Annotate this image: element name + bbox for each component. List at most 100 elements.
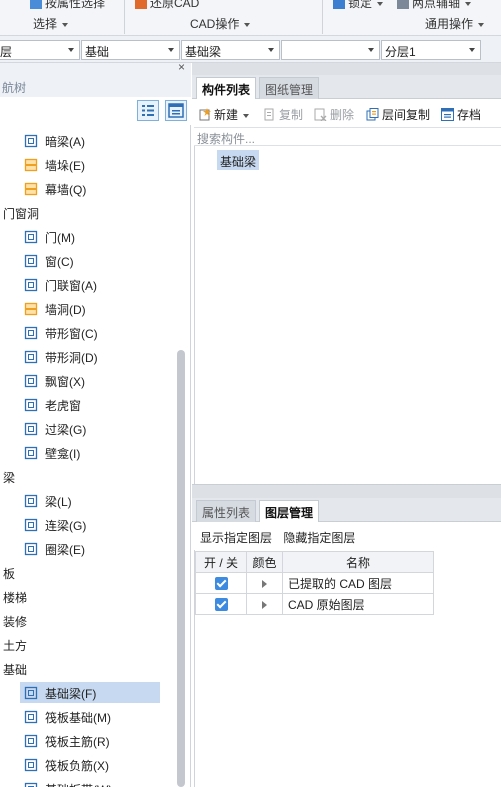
layer-color-cell[interactable] bbox=[246, 593, 283, 615]
layer-color-cell[interactable] bbox=[246, 572, 283, 594]
tree-item[interactable]: 壁龛(I) bbox=[20, 442, 160, 463]
list-item[interactable]: 基础梁 bbox=[217, 150, 260, 170]
nav-tree: 暗梁(A) 墙垛(E) 幕墙(Q) 门窗洞门(M) 窗(C) 门联窗(A) 墙洞(D) 带形窗… bbox=[0, 125, 191, 787]
component-name-select[interactable] bbox=[281, 40, 380, 60]
expand-arrow-icon bbox=[262, 600, 267, 609]
door-window-icon bbox=[24, 278, 38, 292]
two-point-axis-button[interactable]: 两点辅轴 bbox=[397, 0, 472, 11]
floor-select[interactable]: 层 bbox=[0, 40, 80, 60]
component-search-input[interactable]: 搜索构件... bbox=[194, 127, 501, 146]
layer-visibility-checkbox[interactable] bbox=[195, 593, 247, 615]
axis-icon bbox=[397, 0, 409, 9]
chevron-down-icon bbox=[268, 48, 274, 52]
layer-select[interactable]: 分层1 bbox=[381, 40, 481, 60]
component-list: 基础梁 bbox=[194, 146, 501, 484]
show-specified-layer-button[interactable]: 显示指定图层 bbox=[200, 531, 272, 545]
tree-item[interactable]: 筏板基础(M) bbox=[20, 706, 160, 727]
chevron-down-icon bbox=[465, 1, 472, 6]
table-row: CAD 原始图层 bbox=[195, 593, 434, 615]
ribbon-divider bbox=[124, 0, 125, 34]
tree-item[interactable]: 门联窗(A) bbox=[20, 274, 160, 295]
layer-table: 开 / 关 颜色 名称 已提取的 CAD 图层 CAD 原始图层 bbox=[195, 551, 434, 615]
archive-button[interactable]: 存档 bbox=[441, 106, 481, 123]
chevron-down-icon bbox=[469, 48, 475, 52]
tab-component-list[interactable]: 构件列表 bbox=[196, 77, 257, 100]
lock-button[interactable]: 锁定 bbox=[333, 0, 384, 11]
chevron-down-icon bbox=[244, 22, 251, 27]
tree-category[interactable]: 楼梯 bbox=[3, 586, 27, 607]
tab-layer-management[interactable]: 图层管理 bbox=[259, 500, 320, 523]
tree-item[interactable]: 窗(C) bbox=[20, 250, 160, 271]
tree-item[interactable]: 墙垛(E) bbox=[20, 154, 160, 175]
tree-item[interactable]: 带形窗(C) bbox=[20, 322, 160, 343]
tree-category[interactable]: 板 bbox=[3, 562, 15, 583]
hide-specified-layer-button[interactable]: 隐藏指定图层 bbox=[283, 531, 355, 545]
tree-category[interactable]: 梁 bbox=[3, 466, 15, 487]
component-type-select[interactable]: 基础梁 bbox=[181, 40, 280, 60]
wall-opening-icon bbox=[24, 302, 38, 316]
layer-visibility-checkbox[interactable] bbox=[195, 572, 247, 594]
floor-copy-button[interactable]: 层间复制 bbox=[366, 106, 430, 123]
raft-foundation-icon bbox=[24, 710, 38, 724]
delete-button[interactable]: 删除 bbox=[314, 106, 354, 123]
chevron-down-icon bbox=[377, 1, 384, 6]
delete-icon bbox=[314, 108, 327, 121]
floor-copy-icon bbox=[366, 108, 379, 121]
list-view-button[interactable] bbox=[137, 100, 159, 121]
close-icon[interactable]: × bbox=[178, 60, 185, 74]
tree-category[interactable]: 基础 bbox=[3, 658, 27, 679]
tree-item[interactable]: 筏板负筋(X) bbox=[20, 754, 160, 775]
checkbox-checked-icon bbox=[214, 577, 228, 591]
ribbon: 按属性选择 还原CAD 锁定 两点辅轴 选择 CAD操作 通用操作 bbox=[0, 0, 501, 36]
new-icon bbox=[199, 108, 211, 121]
detail-view-button[interactable] bbox=[165, 100, 187, 121]
tree-item[interactable]: 门(M) bbox=[20, 226, 160, 247]
tree-category[interactable]: 装修 bbox=[3, 610, 27, 631]
nav-scrollbar[interactable] bbox=[177, 350, 185, 787]
restore-cad-button[interactable]: 还原CAD bbox=[135, 0, 199, 11]
tab-drawing-management[interactable]: 图纸管理 bbox=[259, 77, 320, 99]
tree-item[interactable]: 暗梁(A) bbox=[20, 130, 160, 151]
column-header-color: 颜色 bbox=[246, 551, 283, 573]
select-group-menu[interactable]: 选择 bbox=[33, 15, 69, 32]
tree-category[interactable]: 门窗洞 bbox=[3, 202, 39, 223]
chevron-down-icon bbox=[243, 113, 250, 118]
chevron-down-icon bbox=[168, 48, 174, 52]
category-select[interactable]: 基础 bbox=[81, 40, 180, 60]
tree-item[interactable]: 老虎窗 bbox=[20, 394, 160, 415]
tree-item[interactable]: 飘窗(X) bbox=[20, 370, 160, 391]
door-icon bbox=[24, 230, 38, 244]
wall-pier-icon bbox=[24, 158, 38, 172]
tree-category[interactable]: 土方 bbox=[3, 634, 27, 655]
copy-button[interactable]: 复制 bbox=[263, 106, 303, 123]
tree-item[interactable]: 带形洞(D) bbox=[20, 346, 160, 367]
beam-icon bbox=[24, 494, 38, 508]
detail-view-icon bbox=[168, 103, 184, 118]
tree-item[interactable]: 筏板主筋(R) bbox=[20, 730, 160, 751]
tab-property-list[interactable]: 属性列表 bbox=[196, 500, 257, 522]
new-button[interactable]: 新建 bbox=[198, 106, 250, 123]
tree-item[interactable]: 圈梁(E) bbox=[20, 538, 160, 559]
batch-select-button[interactable]: 按属性选择 bbox=[30, 0, 105, 11]
strip-window-icon bbox=[24, 326, 38, 340]
tree-item[interactable]: 基础梁(F) bbox=[20, 682, 160, 703]
chevron-down-icon bbox=[68, 48, 74, 52]
common-ops-group-menu[interactable]: 通用操作 bbox=[425, 15, 485, 32]
tree-item[interactable]: 连梁(G) bbox=[20, 514, 160, 535]
layer-panel-tabs: 属性列表 图层管理 bbox=[192, 498, 501, 523]
tree-item[interactable]: 过梁(G) bbox=[20, 418, 160, 439]
lock-icon bbox=[333, 0, 345, 9]
tree-item[interactable]: 墙洞(D) bbox=[20, 298, 160, 319]
table-row: 已提取的 CAD 图层 bbox=[195, 572, 434, 594]
nav-panel-header: × bbox=[0, 60, 191, 77]
tree-item[interactable]: 幕墙(Q) bbox=[20, 178, 160, 199]
tree-item[interactable]: 基础板带(W) bbox=[20, 778, 160, 787]
lintel-icon bbox=[24, 422, 38, 436]
tree-item[interactable]: 梁(L) bbox=[20, 490, 160, 511]
selector-bar: 层 基础 基础梁 分层1 bbox=[0, 36, 501, 63]
panel-splitter[interactable] bbox=[192, 484, 501, 498]
layer-name: CAD 原始图层 bbox=[282, 593, 434, 615]
cad-ops-group-menu[interactable]: CAD操作 bbox=[190, 15, 251, 32]
niche-icon bbox=[24, 446, 38, 460]
select-icon bbox=[30, 0, 42, 9]
